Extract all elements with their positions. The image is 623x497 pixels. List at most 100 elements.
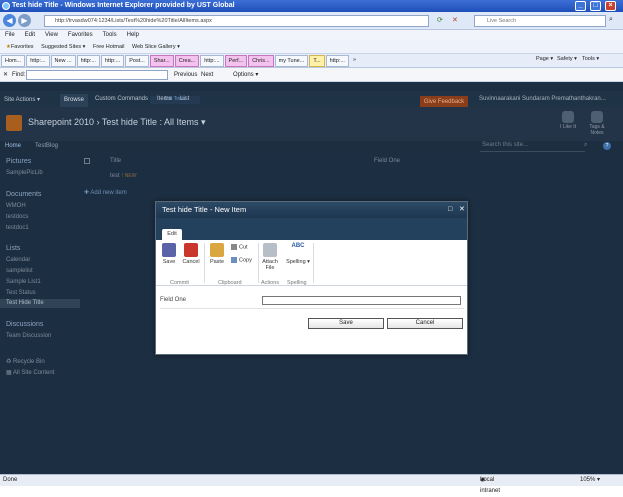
- back-icon[interactable]: ◀: [3, 14, 16, 27]
- fav-web-slice-gallery[interactable]: Web Slice Gallery ▾: [132, 40, 180, 54]
- tools-safety-menu[interactable]: Safety ▾: [557, 56, 577, 62]
- address-field[interactable]: http://trvasdw074:1234/Lists/Test%20hide…: [44, 15, 429, 27]
- window-title-bar: Test hide Title - Windows Internet Explo…: [0, 0, 623, 12]
- tab-13-active[interactable]: T...: [309, 55, 325, 67]
- list-row-title[interactable]: test: [110, 173, 120, 179]
- tab-11[interactable]: Chris...: [248, 55, 274, 67]
- nav-samplelist[interactable]: samplelist: [6, 268, 33, 274]
- tab-2[interactable]: http:...: [26, 55, 50, 67]
- nav-testblog[interactable]: TestBlog: [35, 143, 58, 149]
- tab-browse[interactable]: Browse: [60, 94, 88, 107]
- tab-edit[interactable]: Edit: [162, 229, 182, 240]
- dialog-maximize-icon[interactable]: □: [448, 202, 452, 218]
- ribbon-spelling-button[interactable]: ABC Spelling ▾: [285, 243, 311, 265]
- dialog-close-icon[interactable]: ✕: [459, 202, 465, 218]
- find-options-button[interactable]: Options ▾: [233, 68, 258, 82]
- tab-12[interactable]: my Tune...: [274, 55, 309, 67]
- help-icon[interactable]: ?: [603, 142, 611, 150]
- dialog-save-button[interactable]: Save: [308, 318, 384, 329]
- tab-1[interactable]: Hom...: [1, 55, 26, 67]
- tab-3[interactable]: New ...: [50, 55, 76, 67]
- refresh-icon[interactable]: ⟳: [437, 16, 443, 24]
- site-search-input[interactable]: Search this site...: [480, 142, 585, 152]
- site-actions-menu[interactable]: Site Actions ▾: [4, 96, 40, 103]
- favorites-button[interactable]: Favorites: [11, 44, 34, 50]
- nav-recycle-bin[interactable]: ♻ Recycle Bin: [6, 358, 45, 365]
- col-header-field-one[interactable]: Field One: [374, 158, 400, 164]
- nav-test-hide-title[interactable]: Test Hide Title: [0, 299, 80, 308]
- zoom-level[interactable]: 105% ▾: [580, 475, 600, 486]
- stop-icon[interactable]: ✕: [452, 16, 458, 24]
- tab-8[interactable]: Crea...: [174, 55, 200, 67]
- ribbon-save-button[interactable]: Save: [157, 243, 181, 265]
- address-bar-row: ◀ ▶ http://trvasdw074:1234/Lists/Test%20…: [0, 12, 623, 30]
- paste-icon: [210, 243, 224, 257]
- maximize-button[interactable]: □: [590, 1, 601, 11]
- menu-edit[interactable]: Edit: [25, 32, 35, 38]
- ribbon-cut-button[interactable]: Cut: [231, 244, 248, 250]
- tags-notes-button[interactable]: Tags & Notes: [585, 111, 609, 136]
- tab-4[interactable]: http:...: [76, 55, 100, 67]
- dialog-cancel-button[interactable]: Cancel: [387, 318, 463, 329]
- nav-sample-list1[interactable]: Sample List1: [6, 279, 41, 285]
- find-input[interactable]: [26, 70, 168, 80]
- breadcrumb-view[interactable]: : All Items ▾: [159, 117, 205, 127]
- close-button[interactable]: ×: [605, 1, 616, 11]
- col-header-title[interactable]: Title: [110, 158, 121, 164]
- tab-list[interactable]: List: [180, 96, 189, 102]
- nav-wmoh[interactable]: WMOH: [6, 203, 26, 209]
- find-next-button[interactable]: Next: [201, 68, 213, 82]
- minimize-button[interactable]: _: [575, 1, 586, 11]
- nav-documents[interactable]: Documents: [6, 191, 41, 198]
- i-like-it-button[interactable]: I Like It: [556, 111, 580, 130]
- search-icon[interactable]: ⌕: [609, 16, 613, 24]
- search-input[interactable]: Live Search: [474, 15, 606, 27]
- menu-file[interactable]: File: [5, 32, 15, 38]
- ribbon-attach-file-button[interactable]: Attach File: [259, 243, 281, 271]
- menu-help[interactable]: Help: [127, 32, 139, 38]
- tab-items[interactable]: Items: [157, 96, 172, 102]
- spelling-icon: ABC: [291, 243, 305, 257]
- fav-free-hotmail[interactable]: Free Hotmail: [93, 40, 124, 54]
- ribbon-cancel-button[interactable]: Cancel: [179, 243, 203, 265]
- menu-tools[interactable]: Tools: [103, 32, 117, 38]
- nav-pictures[interactable]: Pictures: [6, 158, 31, 165]
- ribbon-copy-button[interactable]: Copy: [231, 257, 252, 263]
- ribbon-paste-button[interactable]: Paste: [205, 243, 229, 265]
- site-search-icon[interactable]: ⌕: [584, 142, 587, 149]
- nav-lists[interactable]: Lists: [6, 245, 20, 252]
- tab-5[interactable]: http:...: [100, 55, 125, 67]
- field-one-input[interactable]: [262, 296, 461, 305]
- add-new-item-link[interactable]: ✚ Add new item: [84, 189, 127, 196]
- find-previous-button[interactable]: Previous: [174, 68, 197, 82]
- nav-all-site-content[interactable]: ▦ All Site Content: [6, 369, 54, 376]
- forward-icon[interactable]: ▶: [18, 14, 31, 27]
- find-close-icon[interactable]: ✕: [3, 68, 8, 82]
- menu-view[interactable]: View: [45, 32, 58, 38]
- breadcrumb-list[interactable]: Test hide Title: [102, 117, 157, 127]
- nav-samplepiclib[interactable]: SamplePicLib: [6, 170, 43, 176]
- nav-calendar[interactable]: Calendar: [6, 257, 30, 263]
- tab-7[interactable]: Shar...: [149, 55, 174, 67]
- nav-discussions[interactable]: Discussions: [6, 321, 43, 328]
- nav-home[interactable]: Home: [5, 143, 21, 149]
- breadcrumb-site[interactable]: Sharepoint 2010: [28, 117, 94, 127]
- tab-6[interactable]: Post...: [125, 55, 149, 67]
- nav-testdoc1[interactable]: testdoc1: [6, 225, 29, 231]
- nav-team-discussion[interactable]: Team Discussion: [6, 333, 51, 339]
- tools-page-menu[interactable]: Page ▾: [536, 56, 553, 62]
- user-menu[interactable]: Suvinnaarakani Sundaram Premathanthakran…: [479, 96, 606, 102]
- nav-test-status[interactable]: Test Status: [6, 290, 36, 296]
- tab-10[interactable]: Perf...: [224, 55, 248, 67]
- dialog-title-bar: Test hide Title - New Item □ ✕: [156, 202, 467, 218]
- nav-testdocs[interactable]: testdocs: [6, 214, 28, 220]
- menu-favorites[interactable]: Favorites: [68, 32, 93, 38]
- more-tabs-button[interactable]: »: [350, 55, 359, 67]
- tab-14[interactable]: http:...: [325, 55, 349, 67]
- tab-9[interactable]: http:...: [200, 55, 224, 67]
- new-badge: ! NEW: [122, 173, 137, 179]
- tools-tools-menu[interactable]: Tools ▾: [582, 56, 599, 62]
- fav-suggested-sites[interactable]: Suggested Sites ▾: [41, 40, 85, 54]
- select-all-checkbox[interactable]: [84, 158, 90, 164]
- tab-custom-commands[interactable]: Custom Commands: [95, 96, 148, 102]
